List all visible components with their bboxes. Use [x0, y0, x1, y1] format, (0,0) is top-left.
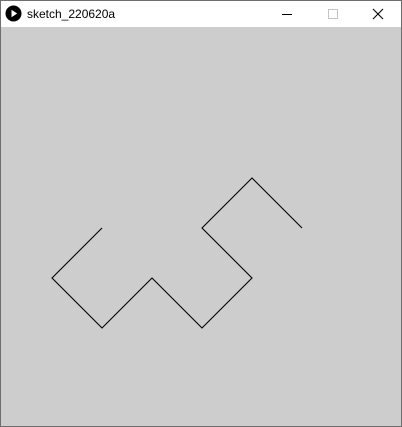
title-bar[interactable]: sketch_220620a [1, 1, 401, 27]
minimize-icon [282, 14, 292, 15]
minimize-button[interactable] [264, 1, 310, 27]
canvas-background [1, 27, 401, 426]
sketch-window: sketch_220620a [0, 0, 402, 427]
close-button[interactable] [355, 1, 401, 27]
maximize-button[interactable] [310, 1, 356, 27]
close-icon [372, 8, 384, 20]
window-title: sketch_220620a [27, 7, 116, 21]
maximize-icon [328, 9, 338, 19]
play-icon[interactable] [5, 5, 22, 22]
sketch-canvas[interactable] [1, 27, 401, 426]
